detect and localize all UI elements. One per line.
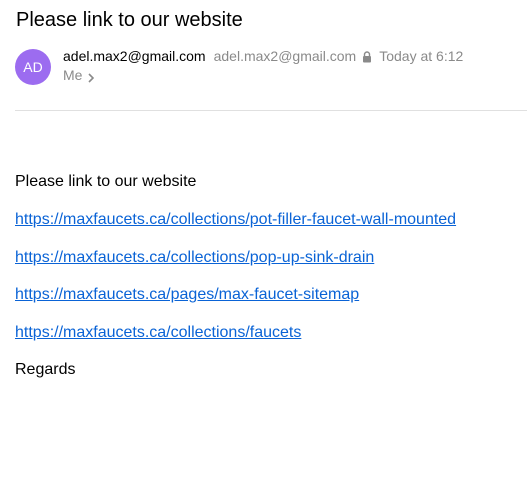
- sender-line: adel.max2@gmail.com adel.max2@gmail.com …: [63, 46, 463, 66]
- recipient-toggle[interactable]: Me: [63, 66, 95, 84]
- body-intro: Please link to our website: [15, 173, 197, 190]
- recipient-label: Me: [63, 67, 83, 83]
- body-link[interactable]: https://maxfaucets.ca/collections/pot-fi…: [15, 210, 456, 230]
- sender-name[interactable]: adel.max2@gmail.com: [63, 48, 206, 64]
- email-subject: Please link to our website: [16, 9, 243, 31]
- email-date: Today at 6:12: [379, 48, 464, 64]
- body-link[interactable]: https://maxfaucets.ca/pages/max-faucet-s…: [15, 285, 359, 305]
- lock-icon: [362, 50, 372, 63]
- body-link[interactable]: https://maxfaucets.ca/collections/faucet…: [15, 323, 301, 343]
- body-closing: Regards: [15, 361, 76, 378]
- header-divider: [15, 110, 527, 111]
- sender-email[interactable]: adel.max2@gmail.com: [214, 48, 357, 64]
- avatar[interactable]: AD: [15, 49, 51, 85]
- chevron-right-icon: [88, 70, 95, 83]
- body-link[interactable]: https://maxfaucets.ca/collections/pop-up…: [15, 248, 374, 268]
